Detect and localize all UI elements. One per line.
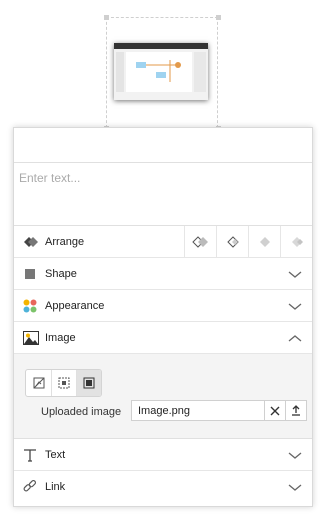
section-arrange[interactable]: Arrange [14, 226, 312, 258]
text-editor-input[interactable]: Enter text... [14, 163, 312, 226]
resize-handle[interactable] [104, 15, 109, 20]
section-arrange-label: Arrange [45, 235, 85, 248]
chevron-down-icon [288, 271, 302, 278]
diagram-preview [136, 60, 181, 82]
send-backward-icon [291, 236, 303, 247]
chevron-down-icon [288, 452, 302, 459]
section-image[interactable]: Image [14, 322, 312, 354]
send-to-back-button[interactable] [216, 226, 248, 257]
chevron-down-icon [288, 484, 302, 491]
close-icon [270, 406, 280, 415]
bring-to-front-button[interactable] [185, 226, 216, 257]
resize-handle[interactable] [216, 15, 221, 20]
fill-frame-button[interactable] [76, 370, 101, 396]
crop-none-icon [33, 377, 44, 389]
fill-frame-icon [83, 377, 95, 389]
section-shape-label: Shape [45, 267, 77, 280]
image-icon [23, 330, 39, 345]
fit-frame-icon [58, 377, 70, 389]
image-filename: Image.png [138, 405, 190, 417]
section-link-label: Link [45, 481, 66, 493]
section-appearance-label: Appearance [45, 299, 105, 312]
section-shape[interactable]: Shape [14, 258, 312, 290]
to-front-icon [191, 235, 208, 248]
panel-top-strip [14, 128, 312, 163]
section-text-label: Text [45, 448, 66, 461]
image-options-panel: Uploaded image Image.png [14, 354, 312, 439]
section-image-label: Image [45, 331, 76, 344]
fit-frame-button[interactable] [51, 370, 76, 396]
palette-icon [23, 299, 37, 313]
section-text[interactable]: Text [14, 439, 312, 471]
link-icon [23, 479, 37, 494]
image-fit-options [25, 369, 102, 397]
upload-icon [292, 405, 300, 416]
shape-icon [23, 267, 37, 281]
remove-image-button[interactable] [264, 401, 285, 420]
format-panel: Enter text... Arrange Shape Appearance I… [13, 127, 313, 507]
bring-forward-button[interactable] [248, 226, 280, 257]
diagram-image-thumbnail[interactable] [114, 43, 208, 100]
chevron-up-icon [288, 335, 302, 342]
text-icon [23, 448, 37, 462]
send-backward-button[interactable] [280, 226, 312, 257]
section-link[interactable]: Link [14, 471, 312, 503]
uploaded-image-field: Image.png [131, 400, 307, 421]
uploaded-image-label: Uploaded image [41, 406, 122, 418]
chevron-down-icon [288, 303, 302, 310]
no-fit-button[interactable] [26, 370, 51, 396]
arrange-icon [23, 235, 38, 249]
text-editor-placeholder: Enter text... [19, 171, 81, 185]
section-appearance[interactable]: Appearance [14, 290, 312, 322]
to-back-icon [226, 235, 239, 248]
upload-image-button[interactable] [285, 401, 306, 420]
bring-forward-icon [259, 236, 270, 247]
